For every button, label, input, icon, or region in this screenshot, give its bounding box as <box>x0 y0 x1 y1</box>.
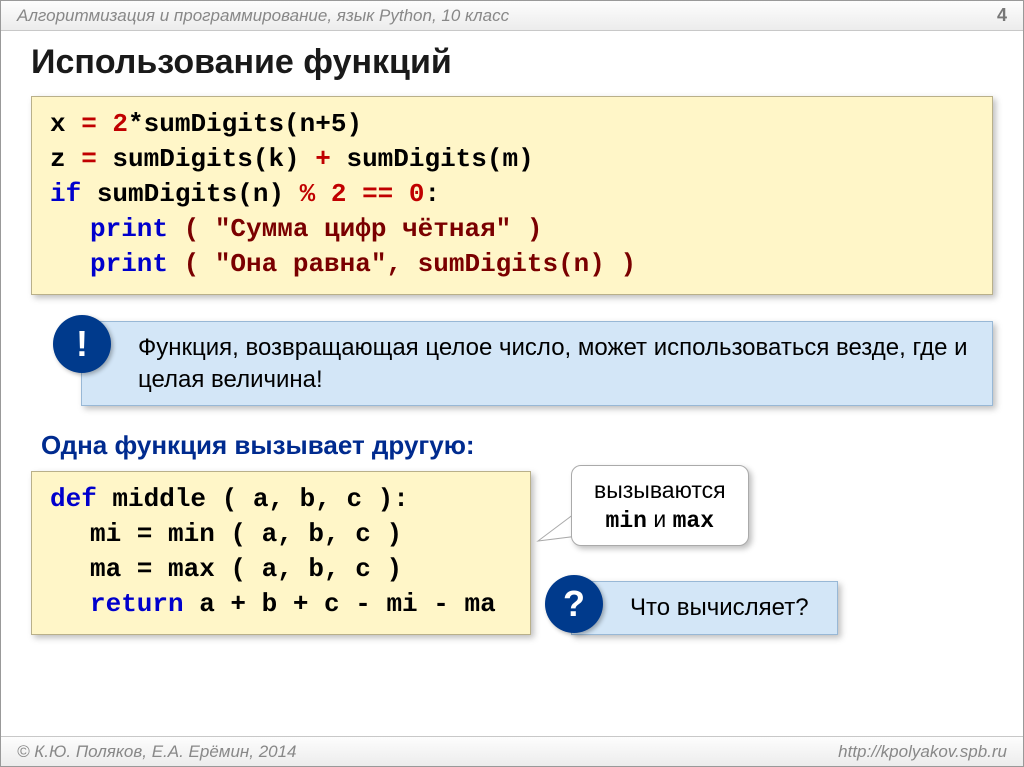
info-text: Функция, возвращающая целое число, может… <box>81 321 993 405</box>
code-block-2: def middle ( a, b, c ): mi = min ( a, b,… <box>31 471 531 635</box>
code-block-1: x = 2*sumDigits(n+5) z = sumDigits(k) + … <box>31 96 993 295</box>
footer-copyright: © К.Ю. Поляков, Е.А. Ерёмин, 2014 <box>17 742 297 762</box>
section-subhead: Одна функция вызывает другую: <box>41 430 993 461</box>
footer-url: http://kpolyakov.spb.ru <box>838 742 1007 762</box>
slide-title: Использование функций <box>31 43 993 82</box>
info-callout: ! Функция, возвращающая целое число, мож… <box>81 321 993 405</box>
code-line: print ( "Она равна", sumDigits(n) ) <box>50 247 974 282</box>
code-line: z = sumDigits(k) + sumDigits(m) <box>50 142 974 177</box>
code-line: def middle ( a, b, c ): <box>50 482 512 517</box>
speech-bubble: вызываются min и max <box>571 465 749 547</box>
code-line: ma = max ( a, b, c ) <box>50 552 512 587</box>
slide-header: Алгоритмизация и программирование, язык … <box>1 1 1023 31</box>
header-text: Алгоритмизация и программирование, язык … <box>17 6 509 26</box>
page-number: 4 <box>997 5 1007 26</box>
code-line: x = 2*sumDigits(n+5) <box>50 107 974 142</box>
code-line: print ( "Сумма цифр чётная" ) <box>50 212 974 247</box>
slide-content: Использование функций x = 2*sumDigits(n+… <box>1 31 1023 635</box>
slide-footer: © К.Ю. Поляков, Е.А. Ерёмин, 2014 http:/… <box>1 736 1023 766</box>
question-text: Что вычисляет? <box>571 581 838 635</box>
lower-section: def middle ( a, b, c ): mi = min ( a, b,… <box>31 471 993 635</box>
code-line: mi = min ( a, b, c ) <box>50 517 512 552</box>
code-line: return a + b + c - mi - ma <box>50 587 512 622</box>
bubble-line1: вызываются <box>594 476 726 505</box>
code-line: if sumDigits(n) % 2 == 0: <box>50 177 974 212</box>
question-icon: ? <box>545 575 603 633</box>
question-callout: ? Что вычисляет? <box>571 581 838 635</box>
bubble-line2: min и max <box>594 505 726 536</box>
